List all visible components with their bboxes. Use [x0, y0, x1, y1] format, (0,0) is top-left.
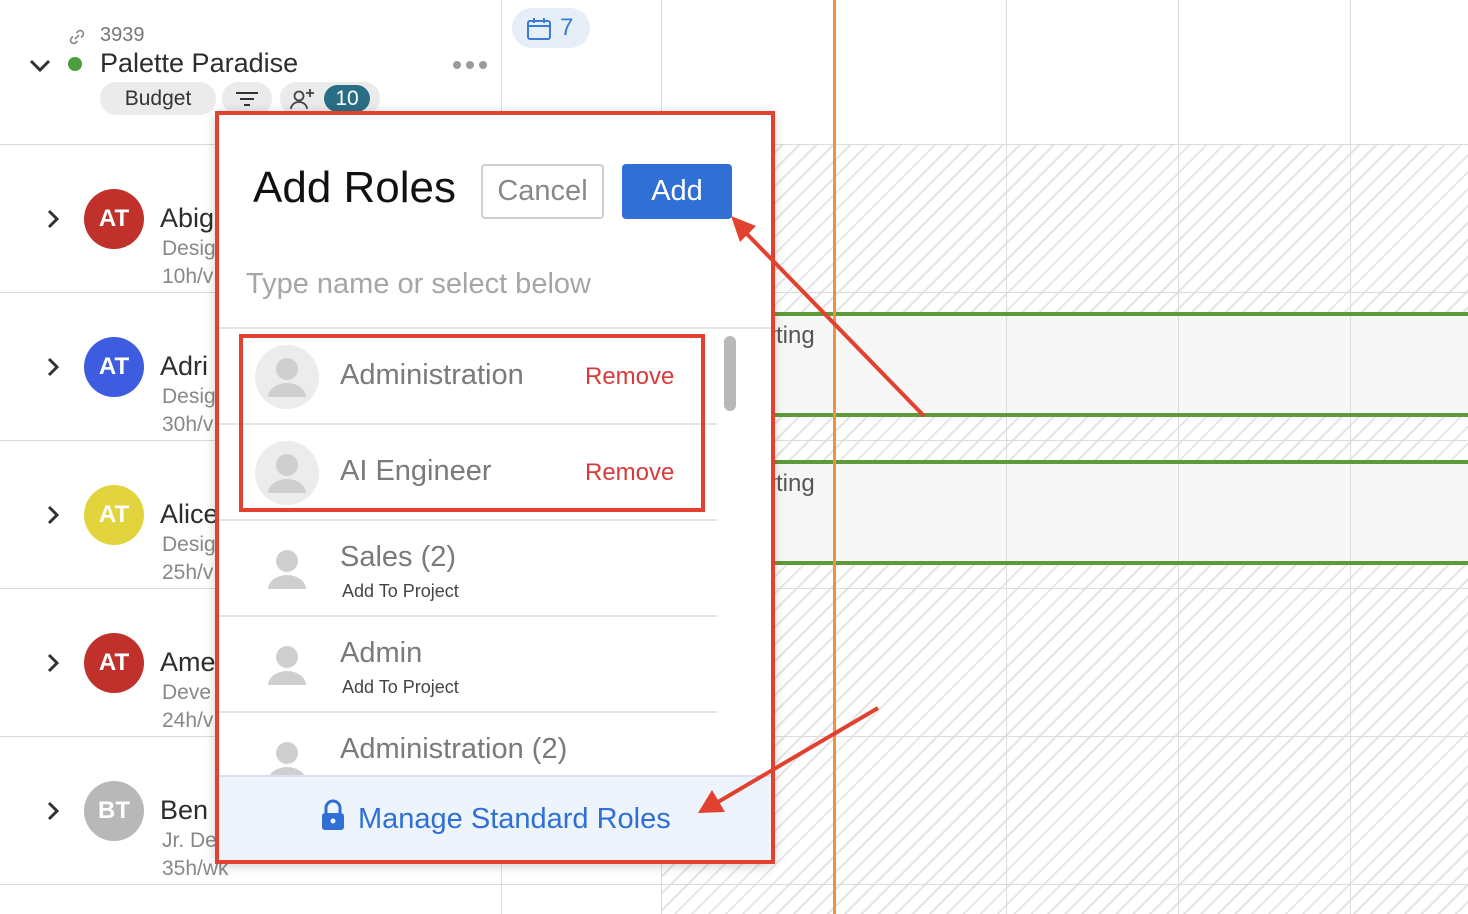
role-name: Administration (2) [340, 733, 568, 765]
available-role-item[interactable]: Admin Add To Project [217, 617, 717, 713]
remove-role-button[interactable]: Remove [585, 459, 674, 487]
member-hours: 30h/v [162, 413, 214, 436]
expand-chevron-icon[interactable] [44, 503, 62, 527]
lock-icon [322, 799, 344, 830]
member-name: Adri [160, 351, 209, 381]
role-name: Sales (2) [340, 541, 457, 573]
expand-chevron-icon[interactable] [44, 207, 62, 231]
collapse-chevron-icon[interactable] [28, 54, 52, 76]
avatar: AT [84, 189, 144, 249]
project-title[interactable]: Palette Paradise [100, 48, 298, 79]
role-avatar-icon [268, 550, 306, 589]
allocation-bar-band[interactable] [768, 316, 1468, 414]
allocation-bar-top [768, 460, 1468, 464]
avatar: AT [84, 633, 144, 693]
more-options-icon[interactable] [452, 60, 488, 70]
role-name: AI Engineer [340, 455, 492, 487]
date-chip-number: 7 [560, 14, 574, 41]
role-avatar-icon [268, 646, 306, 685]
filter-button[interactable] [222, 82, 272, 115]
member-role: Deve [162, 681, 212, 704]
role-name: Admin [340, 637, 423, 669]
manage-standard-roles-button[interactable]: Manage Standard Roles [217, 775, 772, 862]
role-avatar-icon [269, 742, 305, 775]
allocation-bar-band[interactable] [768, 464, 1468, 562]
add-roles-modal: Add Roles Cancel Add Administration Remo… [217, 113, 772, 862]
today-marker [833, 0, 836, 914]
role-name: Administration [340, 359, 524, 391]
role-list-scrollbar[interactable] [724, 336, 736, 411]
expand-chevron-icon[interactable] [44, 651, 62, 675]
link-icon [69, 29, 85, 45]
available-role-item[interactable]: Administration (2) [217, 713, 717, 775]
expand-chevron-icon[interactable] [44, 355, 62, 379]
allocation-bar-label: rting [768, 322, 815, 349]
member-name: Alice [160, 499, 219, 529]
filter-icon [236, 92, 258, 106]
add-to-project-link[interactable]: Add To Project [342, 677, 459, 698]
role-search-input[interactable] [246, 263, 736, 305]
allocation-bar-bottom [768, 413, 1468, 417]
cancel-button[interactable]: Cancel [481, 164, 604, 219]
member-hours: 24h/v [162, 709, 214, 732]
add-button[interactable]: Add [622, 164, 732, 219]
add-member-button[interactable]: 10 [280, 82, 380, 115]
role-list[interactable]: Administration Remove AI Engineer Remove… [217, 329, 772, 775]
allocation-bar-label: rting [768, 470, 815, 497]
modal-title: Add Roles [253, 163, 457, 212]
avatar: BT [84, 781, 144, 841]
grid-column-line [1350, 0, 1351, 914]
selected-role-item[interactable]: AI Engineer Remove [217, 425, 717, 521]
member-role: Jr. De [162, 829, 217, 852]
avatar: AT [84, 337, 144, 397]
grid-row-line [502, 884, 1468, 885]
member-role: Desig [162, 385, 216, 408]
allocation-bar-top [768, 312, 1468, 316]
add-to-project-link[interactable]: Add To Project [342, 581, 459, 602]
add-person-icon [290, 89, 314, 110]
manage-standard-roles-label: Manage Standard Roles [358, 803, 671, 835]
member-count-badge: 10 [324, 85, 370, 112]
remove-role-button[interactable]: Remove [585, 363, 674, 391]
grid-column-line [1178, 0, 1179, 914]
member-hours: 25h/v [162, 561, 214, 584]
member-name: Ben [160, 795, 209, 825]
project-id: 3939 [100, 24, 145, 46]
avatar: AT [84, 485, 144, 545]
member-hours: 10h/v [162, 265, 214, 288]
allocation-bar-bottom [768, 561, 1468, 565]
app-root: rting rting 7 3939 Palette Paradise Budg… [0, 0, 1468, 914]
expand-chevron-icon[interactable] [44, 799, 62, 823]
member-role: Desig [162, 533, 216, 556]
member-role: Desig [162, 237, 216, 260]
calendar-icon [527, 18, 551, 40]
member-name: Abig [160, 203, 215, 233]
date-chip[interactable]: 7 [512, 8, 590, 48]
role-avatar-icon [255, 345, 319, 409]
project-status-dot [68, 57, 82, 71]
budget-button[interactable]: Budget [100, 82, 216, 115]
selected-role-item[interactable]: Administration Remove [217, 329, 717, 425]
available-role-item[interactable]: Sales (2) Add To Project [217, 521, 717, 617]
grid-column-line [1006, 0, 1007, 914]
member-name: Ame [160, 647, 216, 677]
role-avatar-icon [255, 441, 319, 505]
